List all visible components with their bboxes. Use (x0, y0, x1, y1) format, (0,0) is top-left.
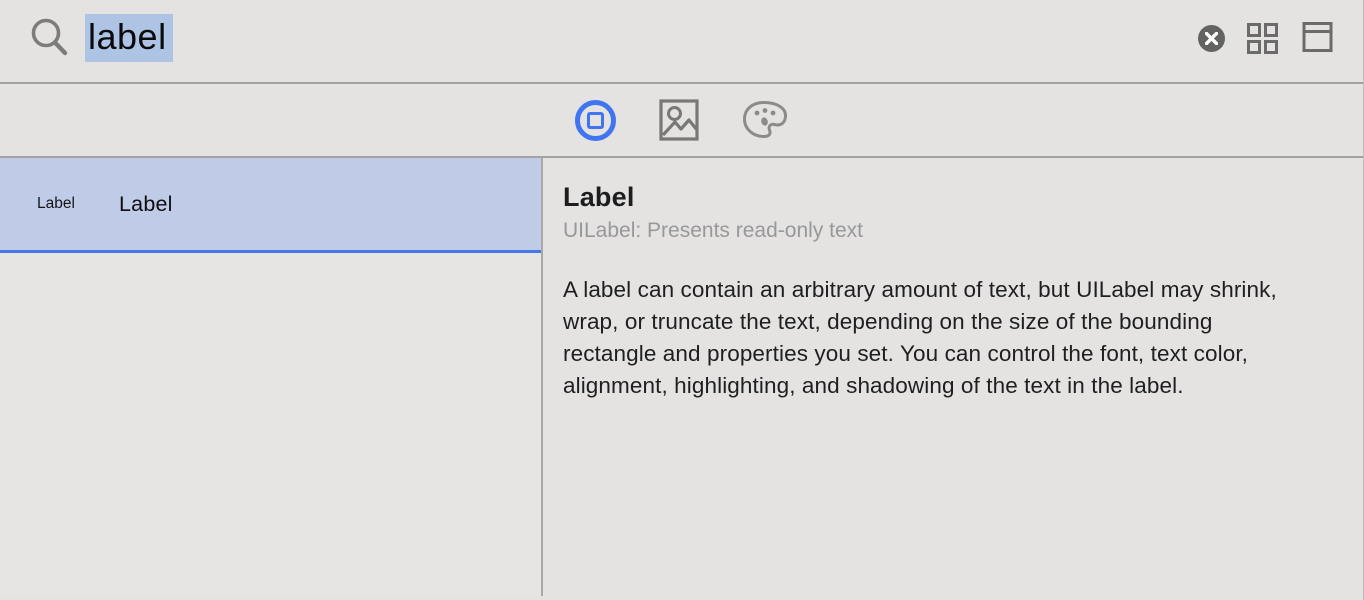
detail-view-button[interactable] (1302, 21, 1333, 53)
objects-icon (575, 100, 616, 141)
list-item-name: Label (119, 192, 173, 217)
object-library-window: { "search": { "value": "label", "icon": … (0, 0, 1364, 600)
search-selected-text: label (85, 14, 173, 62)
tab-colors[interactable] (742, 100, 788, 140)
palette-icon (742, 100, 788, 140)
library-content: Label Label Label UILabel: Presents read… (0, 158, 1363, 596)
label-preview: Label (37, 195, 85, 213)
list-item-label[interactable]: Label Label (0, 158, 541, 253)
detail-description: A label can contain an arbitrary amount … (563, 274, 1308, 402)
results-list: Label Label (0, 158, 543, 596)
clear-x-icon (1205, 32, 1218, 45)
tab-media[interactable] (659, 99, 699, 141)
detail-pane: Label UILabel: Presents read-only text A… (543, 158, 1363, 596)
magnifier-icon (29, 15, 71, 59)
tab-objects[interactable] (575, 100, 616, 141)
clear-search-button[interactable] (1198, 25, 1225, 52)
detail-subtitle: UILabel: Presents read-only text (563, 219, 1323, 243)
media-icon (659, 99, 699, 141)
detail-title: Label (563, 182, 1323, 213)
grid-view-button[interactable] (1246, 22, 1278, 55)
library-tab-bar (0, 84, 1363, 158)
search-input[interactable]: label (85, 14, 173, 62)
search-bar: label (0, 0, 1363, 84)
